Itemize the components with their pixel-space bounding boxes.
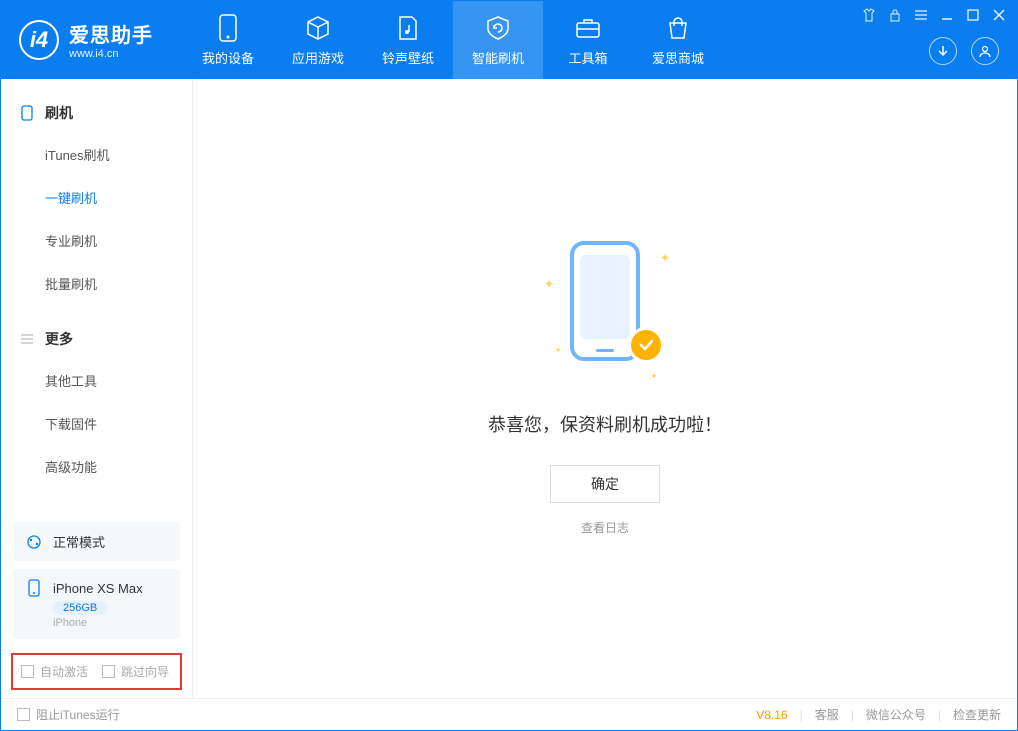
tab-store[interactable]: 爱思商城 — [633, 1, 723, 79]
sparkle-icon: • — [556, 343, 560, 357]
download-button[interactable] — [929, 37, 957, 65]
device-cards: 正常模式 iPhone XS Max 256GB iPhone — [1, 512, 192, 647]
toolbox-icon — [574, 14, 602, 42]
logo-area: i4 爱思助手 www.i4.cn — [1, 1, 171, 78]
app-window: i4 爱思助手 www.i4.cn 我的设备 应用游戏 铃声壁纸 智能刷机 — [0, 0, 1018, 731]
tab-label: 工具箱 — [568, 48, 607, 67]
mode-icon — [25, 533, 43, 551]
main-tabs: 我的设备 应用游戏 铃声壁纸 智能刷机 工具箱 爱思商城 — [183, 1, 723, 79]
footer-right: V8.16 | 客服 | 微信公众号 | 检查更新 — [756, 706, 1001, 723]
sidebar-item-advanced[interactable]: 高级功能 — [1, 445, 192, 488]
list-icon — [19, 331, 35, 347]
separator: | — [851, 708, 854, 722]
sparkle-icon: • — [652, 369, 656, 383]
separator: | — [938, 708, 941, 722]
checkbox-icon — [102, 665, 115, 678]
close-icon[interactable] — [991, 7, 1007, 23]
device-name: iPhone XS Max — [53, 581, 143, 596]
footer-link-wechat[interactable]: 微信公众号 — [866, 706, 926, 723]
checkbox-label: 自动激活 — [40, 663, 88, 680]
main-content: ✦ ✦ • • 恭喜您，保资料刷机成功啦！ 确定 查看日志 — [193, 79, 1017, 698]
tab-label: 应用游戏 — [292, 48, 344, 67]
tab-label: 铃声壁纸 — [382, 48, 434, 67]
mode-card[interactable]: 正常模式 — [13, 522, 180, 561]
music-file-icon — [394, 14, 422, 42]
header-bar: i4 爱思助手 www.i4.cn 我的设备 应用游戏 铃声壁纸 智能刷机 — [1, 1, 1017, 79]
tab-toolbox[interactable]: 工具箱 — [543, 1, 633, 79]
checkbox-auto-activate[interactable]: 自动激活 — [21, 663, 88, 680]
checkbox-skip-guide[interactable]: 跳过向导 — [102, 663, 169, 680]
header-action-buttons — [929, 37, 999, 65]
app-url: www.i4.cn — [69, 48, 153, 60]
sidebar-item-batch-flash[interactable]: 批量刷机 — [1, 262, 192, 305]
success-check-icon — [628, 327, 664, 363]
options-highlight-box: 自动激活 跳过向导 — [11, 653, 182, 690]
sidebar-item-oneclick-flash[interactable]: 一键刷机 — [1, 176, 192, 219]
sparkle-icon: ✦ — [660, 251, 670, 265]
tab-smart-flash[interactable]: 智能刷机 — [453, 1, 543, 79]
device-icon — [25, 579, 43, 597]
sidebar-item-itunes-flash[interactable]: iTunes刷机 — [1, 133, 192, 176]
app-name: 爱思助手 — [69, 19, 153, 48]
user-button[interactable] — [971, 37, 999, 65]
body-area: 刷机 iTunes刷机 一键刷机 专业刷机 批量刷机 更多 其他工具 下载固件 … — [1, 79, 1017, 698]
sidebar-item-other-tools[interactable]: 其他工具 — [1, 359, 192, 402]
footer-left: 阻止iTunes运行 — [17, 706, 120, 723]
version-label: V8.16 — [756, 708, 787, 722]
ok-button[interactable]: 确定 — [550, 465, 660, 503]
sidebar: 刷机 iTunes刷机 一键刷机 专业刷机 批量刷机 更多 其他工具 下载固件 … — [1, 79, 193, 698]
checkbox-label: 跳过向导 — [121, 663, 169, 680]
tab-label: 爱思商城 — [652, 48, 704, 67]
sidebar-section-more: 更多 其他工具 下载固件 高级功能 — [1, 305, 192, 488]
cube-icon — [304, 14, 332, 42]
tshirt-icon[interactable] — [861, 7, 877, 23]
device-card[interactable]: iPhone XS Max 256GB iPhone — [13, 569, 180, 639]
phone-icon — [19, 105, 35, 121]
device-type: iPhone — [53, 617, 87, 629]
sidebar-heading-flash: 刷机 — [1, 93, 192, 133]
sidebar-item-download-firmware[interactable]: 下载固件 — [1, 402, 192, 445]
checkbox-icon — [21, 665, 34, 678]
titlebar-controls — [861, 7, 1007, 23]
refresh-shield-icon — [484, 14, 512, 42]
maximize-icon[interactable] — [965, 7, 981, 23]
checkbox-block-itunes[interactable]: 阻止iTunes运行 — [17, 706, 120, 723]
footer-link-update[interactable]: 检查更新 — [953, 706, 1001, 723]
app-logo-icon: i4 — [19, 20, 59, 60]
sidebar-item-pro-flash[interactable]: 专业刷机 — [1, 219, 192, 262]
device-icon — [214, 14, 242, 42]
tab-label: 我的设备 — [202, 48, 254, 67]
minimize-icon[interactable] — [939, 7, 955, 23]
logo-text: 爱思助手 www.i4.cn — [69, 19, 153, 60]
sparkle-icon: ✦ — [544, 277, 554, 291]
tab-apps-games[interactable]: 应用游戏 — [273, 1, 363, 79]
mode-label: 正常模式 — [53, 532, 105, 551]
tab-label: 智能刷机 — [472, 48, 524, 67]
storage-badge: 256GB — [53, 601, 107, 615]
sidebar-heading-label: 刷机 — [45, 103, 73, 123]
view-log-link[interactable]: 查看日志 — [581, 519, 629, 536]
sidebar-heading-label: 更多 — [45, 329, 73, 349]
tab-ringtones-wallpapers[interactable]: 铃声壁纸 — [363, 1, 453, 79]
status-message: 恭喜您，保资料刷机成功啦！ — [488, 411, 722, 437]
footer-link-support[interactable]: 客服 — [815, 706, 839, 723]
success-illustration: ✦ ✦ • • — [550, 241, 660, 381]
footer-bar: 阻止iTunes运行 V8.16 | 客服 | 微信公众号 | 检查更新 — [1, 698, 1017, 730]
lock-icon[interactable] — [887, 7, 903, 23]
checkbox-label: 阻止iTunes运行 — [36, 706, 120, 723]
sidebar-heading-more: 更多 — [1, 319, 192, 359]
tab-my-device[interactable]: 我的设备 — [183, 1, 273, 79]
separator: | — [800, 708, 803, 722]
checkbox-icon — [17, 708, 30, 721]
sidebar-section-flash: 刷机 iTunes刷机 一键刷机 专业刷机 批量刷机 — [1, 79, 192, 305]
shopping-bag-icon — [664, 14, 692, 42]
menu-icon[interactable] — [913, 7, 929, 23]
